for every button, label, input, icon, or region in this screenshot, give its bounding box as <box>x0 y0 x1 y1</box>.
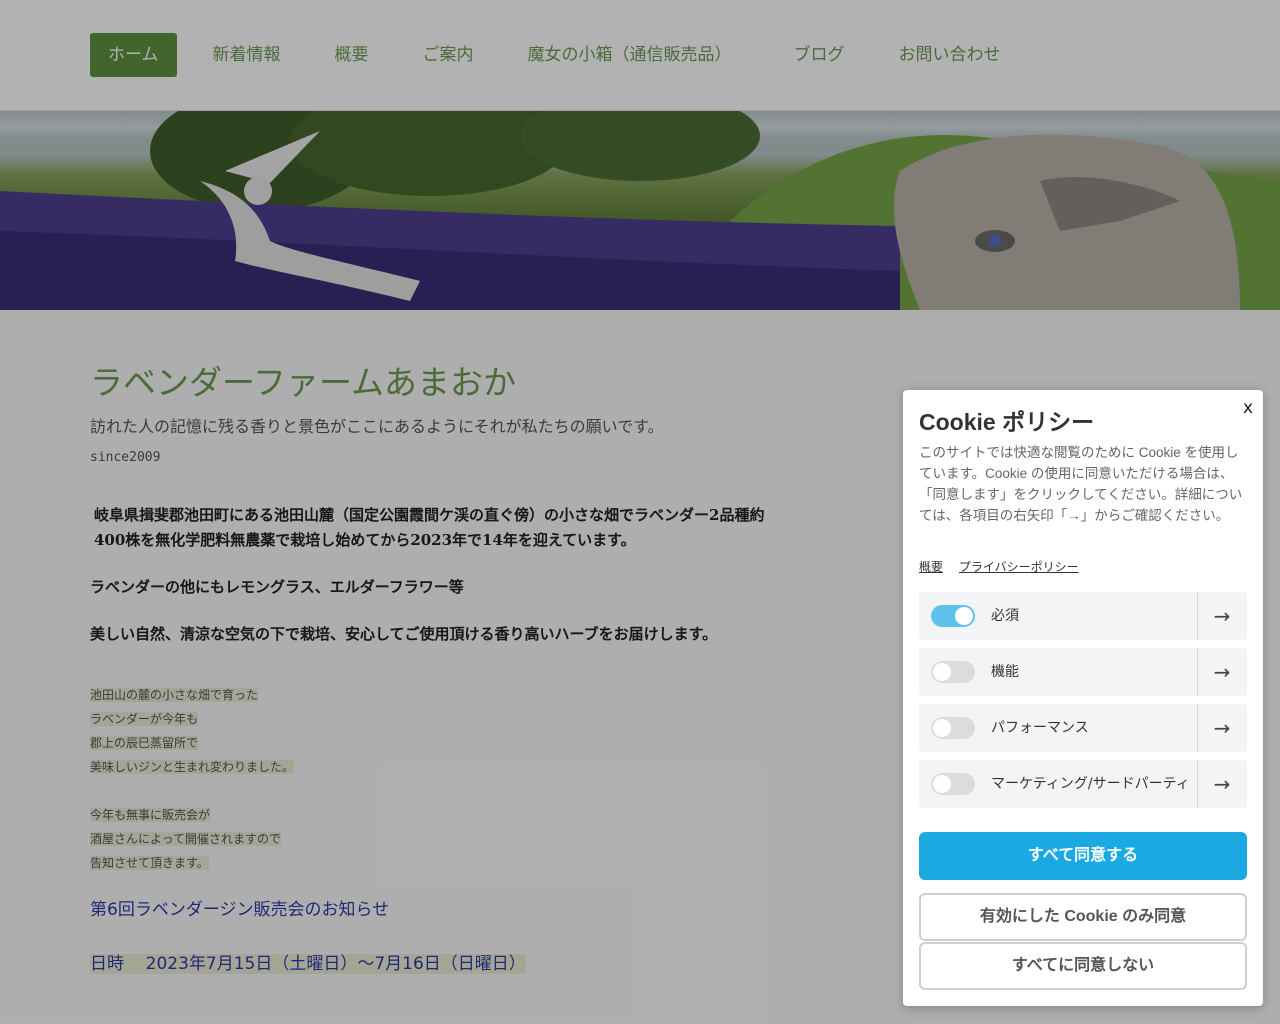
marketing-toggle[interactable] <box>931 773 975 795</box>
reject-all-button[interactable]: すべてに同意しない <box>919 942 1247 990</box>
required-toggle[interactable] <box>931 605 975 627</box>
category-label: 機能 <box>991 664 1019 680</box>
arrow-right-icon[interactable]: → <box>1197 704 1247 752</box>
category-label: マーケティング/サードパーティ <box>991 776 1190 792</box>
arrow-right-icon[interactable]: → <box>1197 592 1247 640</box>
cookie-title: Cookie ポリシー <box>919 409 1095 435</box>
performance-toggle[interactable] <box>931 717 975 739</box>
category-label: パフォーマンス <box>991 720 1089 736</box>
cookie-category-marketing: マーケティング/サードパーティ → <box>919 760 1247 808</box>
category-label: 必須 <box>991 608 1019 624</box>
cookie-modal: x Cookie ポリシー このサイトでは快適な閲覧のために Cookie を使… <box>903 390 1263 1006</box>
close-button[interactable]: x <box>1243 398 1253 418</box>
cookie-description: このサイトでは快適な閲覧のために Cookie を使用しています。Cookie … <box>919 445 1243 523</box>
cookie-category-required: 必須 → <box>919 592 1247 640</box>
accept-selected-button[interactable]: 有効にした Cookie のみ同意 <box>919 893 1247 941</box>
arrow-right-icon[interactable]: → <box>1197 760 1247 808</box>
functional-toggle[interactable] <box>931 661 975 683</box>
cookie-links: 概要 プライバシーポリシー <box>919 558 1091 575</box>
cookie-category-functional: 機能 → <box>919 648 1247 696</box>
accept-all-button[interactable]: すべて同意する <box>919 832 1247 880</box>
cookie-overview-link[interactable]: 概要 <box>919 560 943 574</box>
privacy-policy-link[interactable]: プライバシーポリシー <box>959 560 1079 574</box>
cookie-category-performance: パフォーマンス → <box>919 704 1247 752</box>
arrow-right-icon[interactable]: → <box>1197 648 1247 696</box>
